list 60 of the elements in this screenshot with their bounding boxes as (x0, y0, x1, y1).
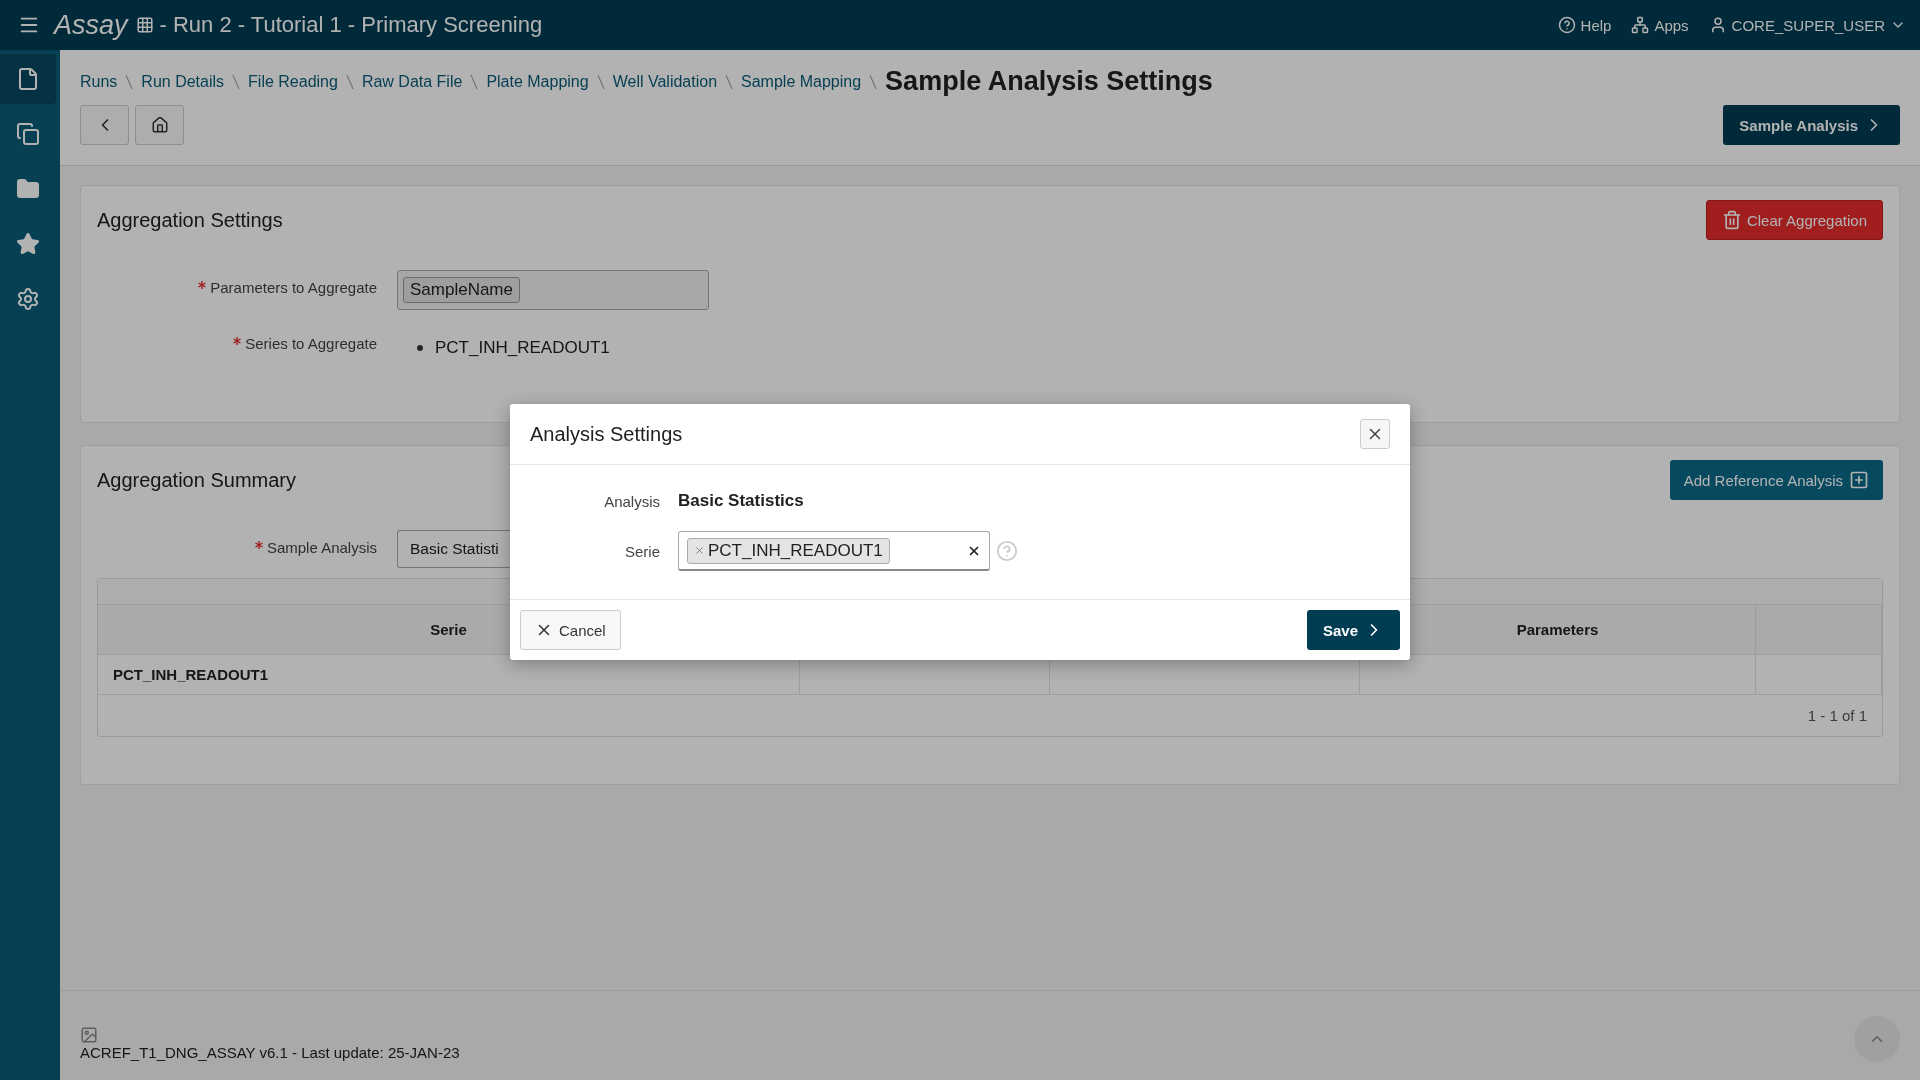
breadcrumb-link[interactable]: File Reading (248, 72, 338, 91)
column-header: Serie (430, 621, 467, 638)
window-title: - Run 2 - Tutorial 1 - Primary Screening (159, 12, 543, 38)
settings-icon (16, 287, 40, 311)
nav-link[interactable]: Help (1557, 16, 1612, 34)
plus-square-icon (1849, 470, 1869, 490)
app-name: Assay (54, 9, 128, 41)
serie-tag[interactable]: PCT_INH_READOUT1 (687, 537, 890, 564)
cancel-button[interactable]: Cancel (520, 610, 621, 650)
breadcrumb-link[interactable]: Well Validation (612, 72, 718, 91)
page-title: Sample Analysis Settings (885, 66, 1213, 97)
breadcrumb-separator (869, 73, 878, 90)
help-icon (1557, 16, 1576, 34)
nav-link[interactable]: Apps (1631, 16, 1689, 34)
breadcrumb-separator (232, 73, 241, 90)
sidebar-item[interactable] (0, 54, 56, 104)
home-button[interactable] (135, 105, 184, 145)
field-label: Serie (624, 542, 660, 560)
trash-icon (1721, 210, 1742, 230)
breadcrumb-link[interactable]: Raw Data File (361, 72, 463, 91)
analysis-value: Basic Statistics (678, 491, 804, 511)
breadcrumb-separator (725, 73, 734, 90)
document-icon (16, 67, 40, 91)
serie-field[interactable]: PCT_INH_READOUT1 (678, 531, 990, 571)
field-label: Sample Analysis (266, 539, 377, 556)
broken-image-icon (80, 1026, 98, 1044)
breadcrumb-link[interactable]: Runs (80, 72, 118, 91)
star-icon (16, 232, 40, 256)
pagination-text: 1 - 1 of 1 (1807, 707, 1867, 724)
field-label: Parameters to Aggregate (210, 279, 377, 296)
breadcrumb-separator (125, 73, 134, 90)
dialog-title: Analysis Settings (530, 422, 683, 446)
remove-icon (694, 545, 705, 556)
breadcrumb-separator (470, 73, 479, 90)
field-label: Analysis (604, 492, 660, 510)
breadcrumb-link[interactable]: Plate Mapping (486, 72, 589, 91)
home-icon (150, 116, 169, 134)
footer-text: ACREF_T1_DNG_ASSAY v6.1 - Last update: 25-JAN-23 (80, 1044, 460, 1061)
copy-icon (16, 122, 40, 146)
close-button[interactable] (1360, 419, 1390, 449)
breadcrumb-separator (596, 73, 605, 90)
column-header: Parameters (1516, 621, 1599, 638)
card-title: Aggregation Summary (97, 468, 296, 492)
grid-icon (135, 16, 154, 34)
parameters-field[interactable]: SampleName (397, 270, 709, 310)
table-cell: PCT_INH_READOUT1 (113, 666, 269, 683)
series-item: PCT_INH_READOUT1 (435, 338, 610, 358)
clear-aggregation-button[interactable]: Clear Aggregation (1705, 200, 1883, 240)
field-label: Series to Aggregate (245, 335, 377, 352)
breadcrumb-separator (345, 73, 354, 90)
hierarchy-icon (1631, 16, 1650, 34)
breadcrumb-link[interactable]: Run Details (141, 72, 225, 91)
bullet-icon (417, 345, 423, 351)
nav-link[interactable]: CORE_SUPER_USER (1708, 16, 1906, 34)
sample-analysis-button[interactable]: Sample Analysis (1723, 105, 1900, 145)
folder-icon (16, 177, 40, 201)
save-button[interactable]: Save (1306, 610, 1400, 650)
add-reference-analysis-button[interactable]: Add Reference Analysis (1669, 460, 1883, 500)
breadcrumb-link[interactable]: Sample Mapping (741, 72, 862, 91)
card-title: Aggregation Settings (97, 208, 283, 232)
